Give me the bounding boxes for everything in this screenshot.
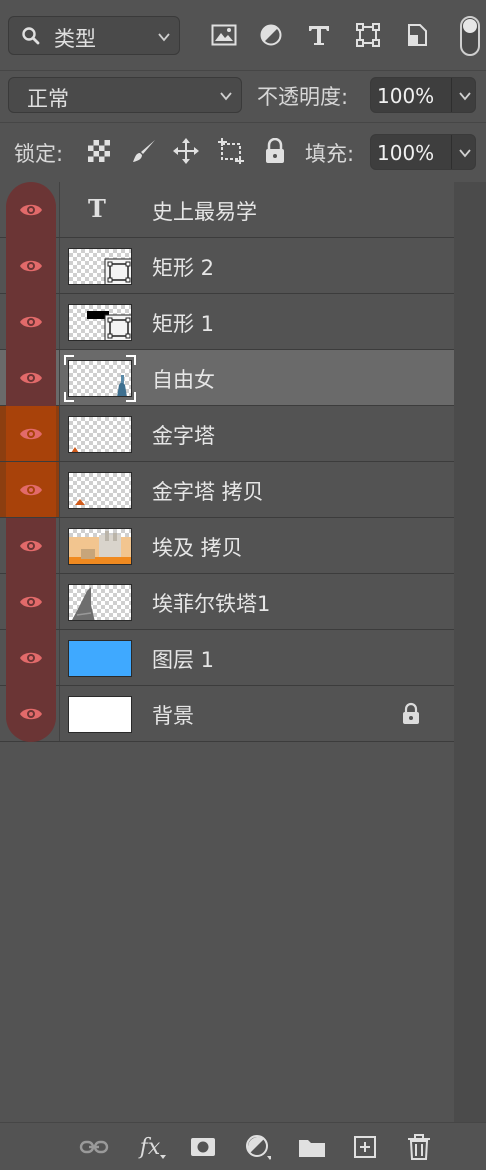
adjustment-filter-icon[interactable] [256,20,286,50]
filter-toggle-switch[interactable] [460,16,480,56]
adjustment-layer-icon[interactable] [242,1131,274,1163]
filter-kind-label: 类型 [54,27,96,51]
layer-row[interactable]: 金字塔 拷贝 [0,462,454,518]
layer-row[interactable]: 图层 1 [0,630,454,686]
new-layer-icon[interactable] [349,1131,381,1163]
layers-list: T 史上最易学 矩形 2 矩形 1 自由女 金字塔 金字塔 拷贝 埃及 拷贝 埃… [0,182,454,1122]
chevron-down-icon [157,29,171,48]
eye-icon[interactable] [19,426,43,442]
layer-thumbnail [68,528,132,565]
layer-name: 金字塔 拷贝 [152,480,264,504]
eye-icon[interactable] [19,202,43,218]
layer-name: 背景 [152,704,194,728]
chevron-down-icon[interactable] [458,88,472,107]
visibility-cell[interactable] [0,294,60,350]
delete-layer-icon[interactable] [403,1131,435,1163]
blend-mode-value: 正常 [27,87,69,111]
layers-bottom-bar: fx [0,1122,486,1170]
opacity-field[interactable]: 100% [370,77,476,113]
layer-row[interactable]: 埃菲尔铁塔1 [0,574,454,630]
add-mask-icon[interactable] [187,1131,219,1163]
search-icon [21,26,41,50]
eye-icon[interactable] [19,258,43,274]
lock-pixels-brush-icon[interactable] [130,137,158,165]
visibility-cell[interactable] [0,630,60,686]
layer-row[interactable]: 背景 [0,686,454,742]
fill-field[interactable]: 100% [370,134,476,170]
eye-icon[interactable] [19,706,43,722]
layer-row-selected[interactable]: 自由女 [0,350,454,406]
filter-kind-select[interactable]: 类型 [8,16,180,55]
layer-filter-bar: 类型 [0,0,486,70]
layer-name: 埃菲尔铁塔1 [152,592,271,616]
chevron-down-icon [219,88,233,107]
layer-name: 自由女 [152,368,215,392]
opacity-value[interactable]: 100% [377,84,434,108]
layer-row[interactable]: 埃及 拷贝 [0,518,454,574]
visibility-cell[interactable] [0,462,60,517]
lock-position-move-icon[interactable] [172,137,200,165]
layer-thumbnail [68,696,132,733]
opacity-label: 不透明度: [257,85,349,109]
link-layers-icon[interactable] [78,1131,110,1163]
selection-frame-icon [64,355,136,402]
chevron-down-icon[interactable] [458,145,472,164]
eye-icon[interactable] [19,314,43,330]
layer-thumbnail [68,584,132,621]
lock-row: 锁定: 填充: 100% [0,122,486,180]
visibility-cell[interactable] [0,406,60,461]
layers-scrollbar-track[interactable] [454,182,486,1122]
layer-thumbnail [68,416,132,453]
eye-icon[interactable] [19,482,43,498]
lock-all-icon[interactable] [261,137,289,165]
smart-object-filter-icon[interactable] [402,20,432,50]
layer-row[interactable]: 矩形 2 [0,238,454,294]
field-divider [451,78,452,112]
layer-name: 史上最易学 [152,200,257,224]
layer-row[interactable]: 矩形 1 [0,294,454,350]
layer-name: 图层 1 [152,648,215,672]
lock-artboard-icon[interactable] [217,137,245,165]
fx-icon[interactable]: fx [134,1131,166,1163]
visibility-cell[interactable] [0,574,60,630]
visibility-cell[interactable] [0,350,60,406]
layer-name: 矩形 2 [152,256,215,280]
layer-row[interactable]: T 史上最易学 [0,182,454,238]
visibility-cell[interactable] [0,686,60,742]
fill-label: 填充: [305,142,355,166]
layer-row[interactable]: 金字塔 [0,406,454,462]
eye-icon[interactable] [19,594,43,610]
field-divider [451,135,452,169]
lock-label: 锁定: [14,142,64,166]
layer-thumbnail [68,248,132,285]
eye-icon[interactable] [19,538,43,554]
lock-transparency-icon[interactable] [85,137,113,165]
eye-icon[interactable] [19,370,43,386]
layer-name: 金字塔 [152,424,215,448]
image-filter-icon[interactable] [209,20,239,50]
visibility-cell[interactable] [0,238,60,294]
layer-thumbnail [68,640,132,677]
layer-thumbnail [68,304,132,341]
layer-name: 矩形 1 [152,312,215,336]
shape-filter-icon[interactable] [353,20,383,50]
lock-icon [400,702,422,730]
visibility-cell[interactable] [0,518,60,574]
new-group-icon[interactable] [296,1131,328,1163]
layer-name: 埃及 拷贝 [152,536,243,560]
layer-thumbnail [68,472,132,509]
fill-value[interactable]: 100% [377,141,434,165]
blend-row: 正常 不透明度: 100% [0,70,486,122]
type-filter-icon[interactable] [304,20,334,50]
eye-icon[interactable] [19,650,43,666]
visibility-cell[interactable] [0,182,60,238]
blend-mode-select[interactable]: 正常 [8,77,242,113]
type-layer-icon: T [88,194,106,223]
